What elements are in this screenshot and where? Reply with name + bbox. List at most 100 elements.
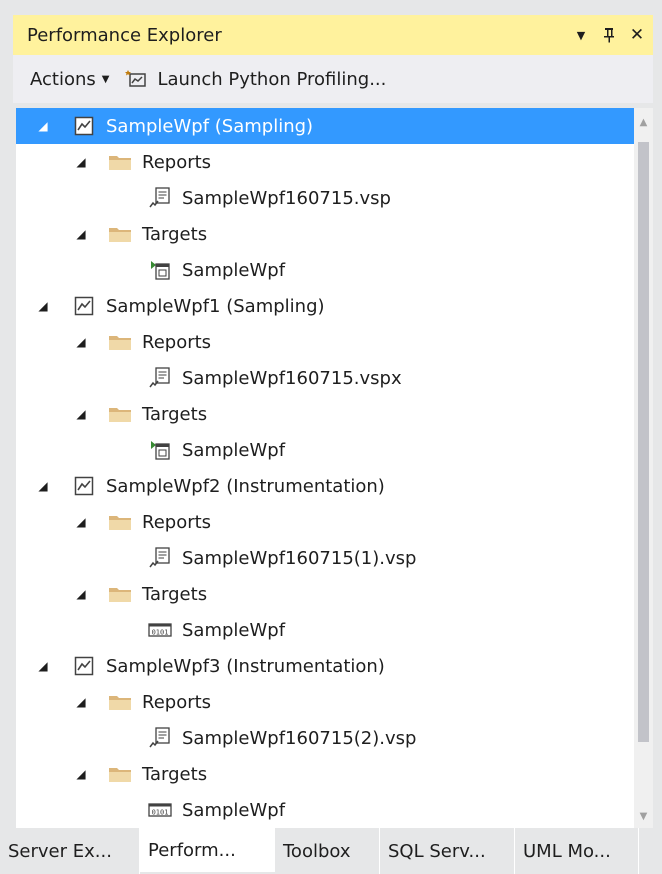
session-icon bbox=[72, 475, 96, 497]
session-icon bbox=[72, 655, 96, 677]
scrollbar-thumb[interactable] bbox=[638, 142, 649, 742]
expand-collapse-icon[interactable]: ◢ bbox=[74, 695, 88, 709]
tree-item-label: Reports bbox=[142, 691, 212, 713]
tree-item[interactable]: ◢ Targets bbox=[16, 216, 634, 252]
tree-item-label: Reports bbox=[142, 511, 212, 533]
actions-label: Actions bbox=[30, 68, 96, 90]
tree-item-label: Reports bbox=[142, 331, 212, 353]
tree-item[interactable]: ◢ Targets bbox=[16, 396, 634, 432]
tree-item[interactable]: SampleWpf bbox=[16, 432, 634, 468]
tree-item-label: SampleWpf160715.vspx bbox=[182, 367, 402, 389]
tree-item[interactable]: 0101 SampleWpf bbox=[16, 612, 634, 648]
tree-item-label: SampleWpf160715.vsp bbox=[182, 187, 391, 209]
expand-collapse-icon[interactable]: ◢ bbox=[74, 155, 88, 169]
tree-item[interactable]: ◢ Reports bbox=[16, 324, 634, 360]
session-tree: ◢ SampleWpf (Sampling) ◢ Reports SampleWpf16… bbox=[16, 108, 634, 828]
expand-collapse-icon[interactable]: ◢ bbox=[36, 479, 50, 493]
folder-icon bbox=[108, 511, 132, 533]
tab-sql-serv[interactable]: SQL Serv... bbox=[380, 828, 515, 874]
tree-item[interactable]: SampleWpf160715(2).vsp bbox=[16, 720, 634, 756]
chevron-down-icon: ▼ bbox=[101, 73, 110, 85]
tab-label: Toolbox bbox=[283, 840, 351, 862]
expand-collapse-icon[interactable]: ◢ bbox=[36, 119, 50, 133]
folder-icon bbox=[108, 403, 132, 425]
actions-menu-button[interactable]: Actions ▼ bbox=[30, 69, 109, 90]
tab-toolbox[interactable]: Toolbox bbox=[275, 828, 380, 874]
expand-collapse-icon[interactable]: ◢ bbox=[36, 659, 50, 673]
tree-item[interactable]: SampleWpf bbox=[16, 252, 634, 288]
window-menu-dropdown-icon[interactable]: ▼ bbox=[569, 23, 593, 47]
launch-python-profiling-button[interactable]: Launch Python Profiling... bbox=[125, 69, 386, 90]
report-file-icon bbox=[148, 547, 172, 569]
expand-collapse-icon[interactable]: ◢ bbox=[74, 227, 88, 241]
folder-icon bbox=[108, 331, 132, 353]
tree-item[interactable]: ◢ Targets bbox=[16, 756, 634, 792]
tree-item-label: SampleWpf bbox=[182, 259, 286, 281]
svg-text:0101: 0101 bbox=[152, 629, 169, 637]
session-icon bbox=[72, 115, 96, 137]
bottom-tab-strip: Server Ex... Perform... Toolbox SQL Serv...… bbox=[0, 828, 662, 874]
tree-item[interactable]: ◢ Targets bbox=[16, 576, 634, 612]
tree-item[interactable]: ◢ SampleWpf3 (Instrumentation) bbox=[16, 648, 634, 684]
tree-item-label: SampleWpf bbox=[182, 799, 286, 821]
tab-label: Perform... bbox=[148, 839, 236, 861]
launch-target-icon bbox=[148, 259, 172, 281]
tree-item-label: SampleWpf3 (Instrumentation) bbox=[106, 655, 385, 677]
tab-perform[interactable]: Perform... bbox=[140, 828, 275, 872]
tree-item[interactable]: ◢ SampleWpf1 (Sampling) bbox=[16, 288, 634, 324]
scroll-up-icon[interactable]: ▲ bbox=[634, 112, 653, 132]
tree-item[interactable]: SampleWpf160715.vspx bbox=[16, 360, 634, 396]
folder-icon bbox=[108, 583, 132, 605]
session-icon bbox=[72, 295, 96, 317]
tree-item-label: SampleWpf1 (Sampling) bbox=[106, 295, 325, 317]
scroll-down-icon[interactable]: ▼ bbox=[634, 806, 653, 826]
tree-item[interactable]: ◢ SampleWpf (Sampling) bbox=[16, 108, 634, 144]
tree-item-label: SampleWpf2 (Instrumentation) bbox=[106, 475, 385, 497]
expand-collapse-icon[interactable]: ◢ bbox=[74, 515, 88, 529]
performance-explorer-window: Performance Explorer ▼ ✕ Actions ▼ Launc… bbox=[0, 0, 662, 874]
tree-item[interactable]: ◢ Reports bbox=[16, 144, 634, 180]
report-file-icon bbox=[148, 727, 172, 749]
pin-icon[interactable] bbox=[597, 23, 621, 47]
vertical-scrollbar[interactable]: ▲ ▼ bbox=[634, 108, 653, 828]
tree-item-label: SampleWpf bbox=[182, 619, 286, 641]
launch-label: Launch Python Profiling... bbox=[157, 68, 387, 90]
launch-profiling-icon bbox=[125, 70, 147, 87]
tree-item[interactable]: SampleWpf160715.vsp bbox=[16, 180, 634, 216]
binary-target-icon: 0101 bbox=[148, 799, 172, 821]
expand-collapse-icon[interactable]: ◢ bbox=[74, 407, 88, 421]
svg-text:0101: 0101 bbox=[152, 809, 169, 817]
tree-item[interactable]: ◢ SampleWpf2 (Instrumentation) bbox=[16, 468, 634, 504]
tree-item[interactable]: 0101 SampleWpf bbox=[16, 792, 634, 828]
expand-collapse-icon[interactable]: ◢ bbox=[74, 767, 88, 781]
expand-collapse-icon[interactable]: ◢ bbox=[36, 299, 50, 313]
folder-icon bbox=[108, 691, 132, 713]
folder-icon bbox=[108, 151, 132, 173]
report-file-icon bbox=[148, 187, 172, 209]
tree-item-label: Targets bbox=[142, 583, 208, 605]
tree-item-label: Reports bbox=[142, 151, 212, 173]
tree-item-label: Targets bbox=[142, 223, 208, 245]
tree-item-label: SampleWpf bbox=[182, 439, 286, 461]
tab-label: Server Ex... bbox=[8, 840, 112, 862]
pin-icon-shape bbox=[604, 28, 614, 43]
tree-item-label: SampleWpf160715(1).vsp bbox=[182, 547, 417, 569]
tab-label: UML Mo... bbox=[523, 840, 611, 862]
tree-item[interactable]: ◢ Reports bbox=[16, 684, 634, 720]
folder-icon bbox=[108, 223, 132, 245]
tab-uml-mo[interactable]: UML Mo... bbox=[515, 828, 639, 874]
launch-target-icon bbox=[148, 439, 172, 461]
tree-item[interactable]: ◢ Reports bbox=[16, 504, 634, 540]
tree-item[interactable]: SampleWpf160715(1).vsp bbox=[16, 540, 634, 576]
tree-item-label: SampleWpf (Sampling) bbox=[106, 115, 314, 137]
expand-collapse-icon[interactable]: ◢ bbox=[74, 587, 88, 601]
tab-label: SQL Serv... bbox=[388, 840, 486, 862]
binary-target-icon: 0101 bbox=[148, 619, 172, 641]
expand-collapse-icon[interactable]: ◢ bbox=[74, 335, 88, 349]
folder-icon bbox=[108, 763, 132, 785]
tree-item-label: Targets bbox=[142, 403, 208, 425]
window-title: Performance Explorer bbox=[27, 24, 222, 46]
title-bar: Performance Explorer ▼ ✕ bbox=[13, 15, 653, 55]
close-icon[interactable]: ✕ bbox=[625, 23, 649, 47]
tab-server-ex[interactable]: Server Ex... bbox=[0, 828, 140, 874]
